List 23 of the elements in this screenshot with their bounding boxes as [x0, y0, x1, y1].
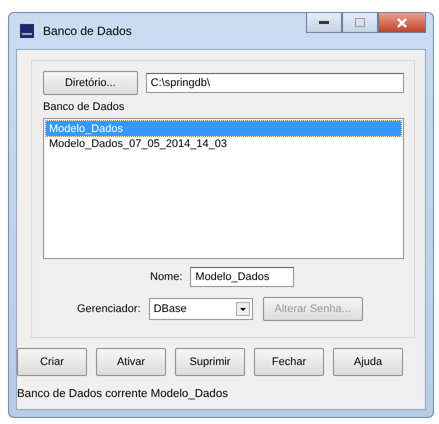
database-item[interactable]: Modelo_Dados_07_05_2014_14_03	[46, 136, 401, 151]
window-title: Banco de Dados	[43, 24, 132, 38]
dialog-button[interactable]: Suprimir	[175, 348, 245, 376]
list-label: Banco de Dados	[43, 101, 126, 113]
minimize-button[interactable]	[306, 13, 342, 33]
dialog-button[interactable]: Ajuda	[333, 348, 403, 376]
manager-dropdown[interactable]: DBase	[148, 298, 253, 320]
directory-button[interactable]: Diretório...	[43, 71, 138, 95]
close-icon	[396, 18, 408, 28]
dialog-button[interactable]: Ativar	[96, 348, 166, 376]
caret-icon	[236, 302, 250, 316]
minimize-icon	[319, 20, 329, 24]
status-text: Banco de Dados corrente Modelo_Dados	[17, 388, 229, 400]
close-button[interactable]	[378, 13, 426, 33]
name-field[interactable]: Modelo_Dados	[190, 267, 294, 287]
path-field[interactable]: C:\springdb\	[146, 73, 404, 93]
manager-label: Gerenciador:	[77, 303, 141, 315]
name-label: Nome:	[150, 271, 182, 283]
database-icon	[19, 23, 35, 39]
dialog-button[interactable]: Fechar	[254, 348, 324, 376]
maximize-icon	[355, 18, 365, 27]
dialog-button[interactable]: Criar	[17, 348, 87, 376]
maximize-button[interactable]	[342, 13, 378, 33]
